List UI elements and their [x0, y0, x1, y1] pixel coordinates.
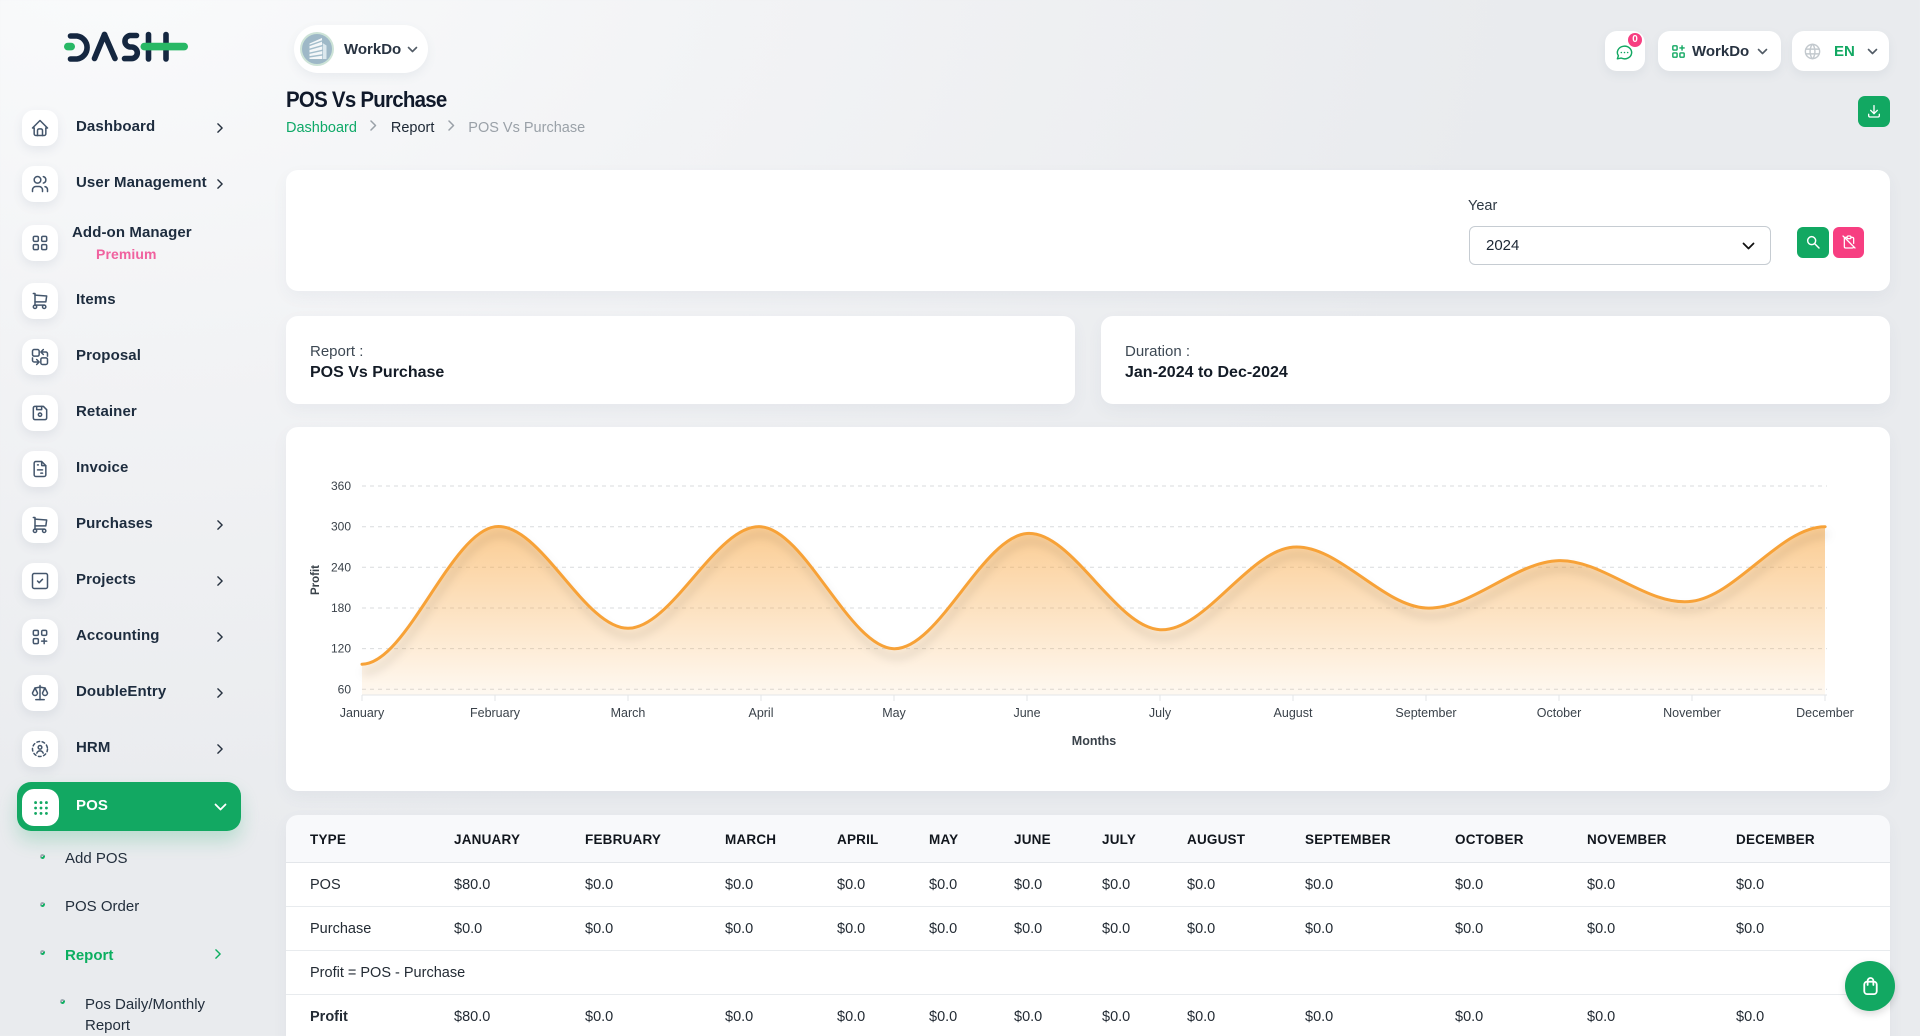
svg-text:April: April — [748, 706, 773, 720]
svg-text:November: November — [1663, 706, 1721, 720]
svg-text:Months: Months — [1072, 734, 1116, 748]
svg-text:January: January — [340, 706, 385, 720]
svg-text:March: March — [611, 706, 646, 720]
svg-text:October: October — [1537, 706, 1581, 720]
svg-text:June: June — [1013, 706, 1040, 720]
svg-text:120: 120 — [331, 642, 351, 656]
svg-text:September: September — [1395, 706, 1456, 720]
svg-text:Profit: Profit — [310, 565, 322, 595]
svg-text:300: 300 — [331, 520, 351, 534]
svg-text:60: 60 — [338, 682, 352, 696]
svg-text:February: February — [470, 706, 521, 720]
svg-text:December: December — [1796, 706, 1854, 720]
svg-text:August: August — [1274, 706, 1313, 720]
svg-text:360: 360 — [331, 479, 351, 493]
svg-text:240: 240 — [331, 560, 351, 574]
svg-text:July: July — [1149, 706, 1172, 720]
svg-text:May: May — [882, 706, 906, 720]
svg-text:180: 180 — [331, 601, 351, 615]
